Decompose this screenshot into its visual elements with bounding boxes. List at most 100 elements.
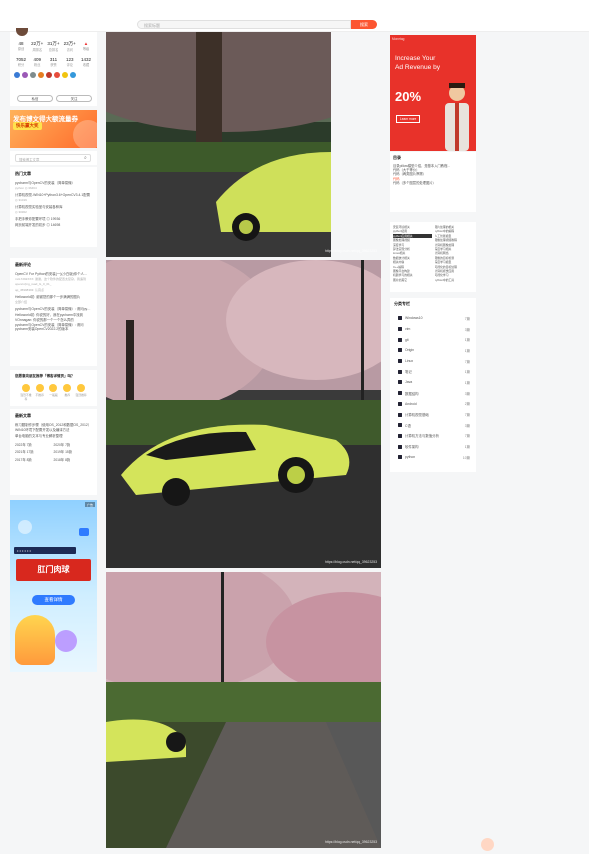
category-tag[interactable]: 相关内容 xyxy=(393,260,432,264)
category-item[interactable]: 计算机视觉基础 7篇 xyxy=(390,409,476,420)
article-link[interactable]: 练习题制作步骤（使用OS_2012和数据OS_2012） xyxy=(15,423,92,427)
category-tag[interactable]: 深度学习模型 xyxy=(435,260,474,264)
category-tag[interactable]: 图片处理的相关 xyxy=(435,225,474,229)
badge-icon[interactable] xyxy=(14,72,20,78)
category-tag[interactable]: 安装环境相关 xyxy=(393,225,432,229)
category-item[interactable]: python 10篇 xyxy=(390,452,476,463)
comment-link[interactable]: pycharm与OpenCV的安装（简单易懂）: 请问pycharm xyxy=(15,307,92,311)
comment-link[interactable]: OpenCV For Python的安装(一)(小白版)你个人... xyxy=(15,272,92,276)
archive-item[interactable]: 2020年 7篇 xyxy=(54,442,93,447)
category-icon xyxy=(398,380,402,385)
category-tag[interactable]: python使用 xyxy=(393,229,432,233)
badge-icon[interactable] xyxy=(62,72,68,78)
article-link[interactable]: pycharm与OpenCV的安装（简单易懂） xyxy=(15,181,92,185)
article-link[interactable]: WIN10环境下配置开发以及编译方法 xyxy=(15,428,92,432)
article-link[interactable]: 计算机视觉-WIN10+Python3.6+OpenCV3.4.1配置 xyxy=(15,193,92,197)
category-tag[interactable]: 计算机图像处理 xyxy=(435,243,474,247)
category-tag[interactable]: 图片的其它 xyxy=(393,278,432,282)
article-link[interactable]: 手把手教你配置环境 ◎ 19936 xyxy=(15,217,92,221)
category-tag[interactable]: 算法实现分析 xyxy=(393,247,432,251)
article-meta: ◎ 30302 xyxy=(15,210,27,215)
category-item[interactable]: Java 1篇 xyxy=(390,377,476,388)
category-name: 数据结构 xyxy=(405,391,419,396)
category-tag[interactable]: python中的编程 xyxy=(435,229,474,233)
category-tag[interactable]: 计算机网络 xyxy=(435,251,474,255)
category-item[interactable]: C语 3篇 xyxy=(390,420,476,431)
category-tag[interactable]: 可视化的目标处理 xyxy=(435,265,474,269)
avatar[interactable] xyxy=(16,28,28,36)
comment-link[interactable]: Helloworld初: 谢谢您的那个一步满满的图片 xyxy=(15,295,92,299)
follow-button[interactable]: 关注 xyxy=(56,95,92,102)
archive-item[interactable]: 2019年 15篇 xyxy=(54,449,93,454)
ad-cta-button[interactable]: 查看详情 xyxy=(32,595,75,605)
article-link[interactable]: 单台电脑的文本与专业解析整理 xyxy=(15,434,92,438)
article-link[interactable]: 网页前端开发的初步 ◎ 14698 xyxy=(15,223,92,227)
rating-option[interactable]: 不推荐 xyxy=(33,384,47,401)
category-item[interactable]: 笔记 1篇 xyxy=(390,366,476,377)
badge-icon[interactable] xyxy=(30,72,36,78)
category-tag[interactable]: python应用相关 xyxy=(393,233,432,238)
category-item[interactable]: Windows10 7篇 xyxy=(390,313,476,324)
section-title: 热门文章 xyxy=(15,171,31,176)
badge-icon[interactable] xyxy=(70,72,76,78)
search-input[interactable]: 搜索标题 xyxy=(137,20,351,29)
comment-link[interactable]: pycharm与OpenCV的安装（简单易懂）: 请问pycharm安装Open… xyxy=(15,323,92,332)
ad-source: Monetag xyxy=(392,37,405,41)
face-icon xyxy=(63,384,72,392)
archive-item[interactable]: 2022年 7篇 xyxy=(15,442,54,447)
message-button[interactable]: 私信 xyxy=(17,95,53,102)
category-tag[interactable]: 图像平台构建 xyxy=(393,269,432,273)
category-count: 10篇 xyxy=(462,455,470,460)
badge-icon[interactable] xyxy=(54,72,60,78)
search-button[interactable]: 搜索 xyxy=(351,20,377,29)
ad-cta-button[interactable]: Learn more xyxy=(396,115,421,123)
category-item[interactable]: git 1篇 xyxy=(390,334,476,345)
category-tag[interactable]: 数据统计相关 xyxy=(393,256,432,260)
category-tag[interactable]: C++编程 xyxy=(393,265,432,269)
search-icon[interactable]: ⌕ xyxy=(84,155,87,161)
rating-option[interactable]: 一般般 xyxy=(47,384,61,401)
assistant-icon[interactable] xyxy=(481,838,494,851)
left-ad[interactable]: 广告 • • • • • • 肛门肉球 查看详情 xyxy=(10,500,97,672)
rating-option[interactable]: 推荐 xyxy=(60,384,74,401)
category-item[interactable]: 数据结构 3篇 xyxy=(390,388,476,399)
category-name: python xyxy=(405,455,416,460)
archive-item[interactable]: 2017年 8篇 xyxy=(15,457,54,462)
category-tag[interactable]: 可视化学习 xyxy=(435,273,474,277)
category-tag[interactable]: 深度学习相关 xyxy=(435,247,474,251)
rating-option[interactable]: 强烈推荐 xyxy=(74,384,88,401)
category-tag[interactable]: Linux相关 xyxy=(393,251,432,255)
comment-link[interactable]: Helloworld初: 你说的好，我在pycharm中找到 xyxy=(15,313,92,317)
category-tag[interactable]: 机器学习的相关 xyxy=(393,273,432,277)
badge-icon[interactable] xyxy=(46,72,52,78)
badge-icon[interactable] xyxy=(22,72,28,78)
category-count: 1篇 xyxy=(464,338,470,343)
category-item[interactable]: Android 2篇 xyxy=(390,399,476,410)
section-title: 目录 xyxy=(393,155,401,160)
category-tag[interactable]: 图像的目标检测 xyxy=(435,256,474,260)
archive-item[interactable]: 2018年 8篇 xyxy=(54,457,93,462)
category-count: 7篇 xyxy=(464,359,470,364)
badge-list xyxy=(10,72,97,78)
category-item[interactable]: Linux 7篇 xyxy=(390,356,476,367)
category-tag[interactable]: 计算机视觉应用 xyxy=(435,269,474,273)
badge-icon[interactable] xyxy=(38,72,44,78)
category-tag[interactable]: 图像处理视频教程 xyxy=(435,238,474,242)
blog-search-input[interactable]: 搜索博主文章 xyxy=(15,154,91,162)
category-item[interactable]: 计算机方法与数值分析 7篇 xyxy=(390,431,476,442)
toc-item[interactable]: 代码（多个图层的处理图片） xyxy=(393,181,473,185)
archive-item[interactable]: 2021年 17篇 xyxy=(15,449,54,454)
category-tag[interactable]: python中的工具 xyxy=(435,278,474,282)
category-item[interactable]: Origin 1篇 xyxy=(390,345,476,356)
category-item[interactable]: 软件架构 1篇 xyxy=(390,441,476,452)
category-name: git xyxy=(405,337,409,342)
rating-option[interactable]: 强烈不推荐 xyxy=(19,384,33,401)
comment-link[interactable]: VOnnagan: 你说的那一个一个怎么弄的 xyxy=(15,318,92,322)
category-tag[interactable]: 图像处理视频 xyxy=(393,238,432,242)
right-ad[interactable]: Monetag Increase Your Ad Revenue by 20% … xyxy=(390,35,476,151)
promo-banner[interactable]: 发布博文得大额流量券 快乐赢大奖 xyxy=(10,110,97,148)
category-tag[interactable]: 人工智能模型 xyxy=(435,234,474,238)
article-link[interactable]: 计算机视觉实验室与安装各种库 xyxy=(15,205,92,209)
category-tag[interactable]: 深度学习 xyxy=(393,243,432,247)
category-item[interactable]: vim 3篇 xyxy=(390,324,476,335)
